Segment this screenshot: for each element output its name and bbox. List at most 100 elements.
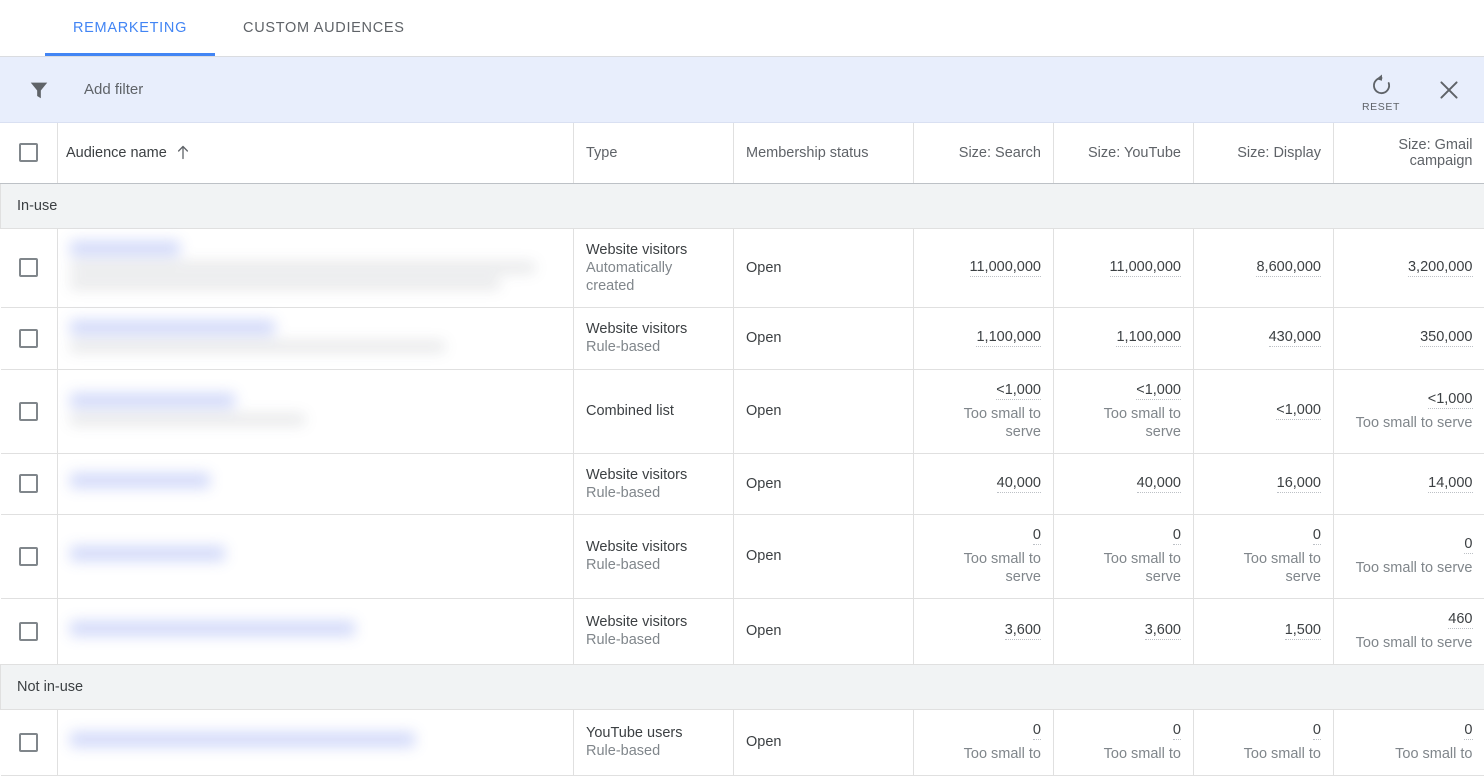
row-select-checkbox[interactable] [19, 547, 38, 566]
type-sublabel: Rule-based [586, 338, 721, 356]
size-value: 0 [1464, 722, 1472, 740]
audience-name-cell[interactable] [58, 598, 574, 664]
type-sublabel: Automatically created [586, 259, 721, 295]
size-value: 11,000,000 [970, 259, 1042, 277]
tab-bar: REMARKETING CUSTOM AUDIENCES [0, 0, 1484, 57]
type-label: Website visitors [586, 241, 721, 259]
table-row[interactable]: Website visitorsRule-basedOpen0Too small… [1, 514, 1484, 598]
type-cell: Website visitorsRule-based [574, 598, 734, 664]
size-youtube-cell: <1,000Too small to serve [1054, 369, 1194, 453]
audiences-table: Audience name Type Membership status Siz… [0, 123, 1484, 776]
add-filter-input[interactable]: Add filter [84, 81, 143, 98]
size-value: 0 [1313, 722, 1321, 740]
table-row[interactable]: Combined listOpen<1,000Too small to serv… [1, 369, 1484, 453]
row-select-cell [1, 709, 58, 775]
size-value: 0 [1173, 722, 1181, 740]
type-cell: Website visitorsRule-based [574, 307, 734, 369]
audience-name-cell[interactable] [58, 228, 574, 307]
type-label: Combined list [586, 402, 721, 420]
audience-name-cell[interactable] [58, 709, 574, 775]
size-display-cell: 0Too small to [1194, 709, 1334, 775]
column-header-membership-status[interactable]: Membership status [734, 123, 914, 183]
column-header-size-youtube[interactable]: Size: YouTube [1054, 123, 1194, 183]
size-value: <1,000 [1276, 402, 1321, 420]
type-sublabel: Rule-based [586, 742, 721, 760]
size-value: 3,200,000 [1408, 259, 1473, 277]
size-sublabel: Too small to serve [926, 550, 1041, 586]
reset-undo-icon [1368, 72, 1394, 98]
table-row[interactable]: Website visitorsRule-basedOpen40,00040,0… [1, 453, 1484, 514]
size-value: 16,000 [1277, 475, 1321, 493]
membership-status-cell: Open [734, 307, 914, 369]
size-youtube-cell: 0Too small to serve [1054, 514, 1194, 598]
type-cell: YouTube usersRule-based [574, 709, 734, 775]
column-header-type[interactable]: Type [574, 123, 734, 183]
size-search-cell: 0Too small to [914, 709, 1054, 775]
table-row[interactable]: YouTube usersRule-basedOpen0Too small to… [1, 709, 1484, 775]
size-value: 430,000 [1269, 329, 1321, 347]
type-sublabel: Rule-based [586, 556, 721, 574]
row-select-checkbox[interactable] [19, 402, 38, 421]
size-value: 0 [1033, 722, 1041, 740]
table-row[interactable]: Website visitorsRule-basedOpen3,6003,600… [1, 598, 1484, 664]
column-header-size-search[interactable]: Size: Search [914, 123, 1054, 183]
tab-custom-audiences[interactable]: CUSTOM AUDIENCES [215, 0, 433, 56]
close-x-icon [1436, 77, 1462, 103]
audience-name-cell[interactable] [58, 453, 574, 514]
size-youtube-cell: 1,100,000 [1054, 307, 1194, 369]
size-value: 8,600,000 [1256, 259, 1321, 277]
size-search-cell: <1,000Too small to serve [914, 369, 1054, 453]
row-select-checkbox[interactable] [19, 474, 38, 493]
size-sublabel: Too small to serve [1346, 559, 1473, 577]
size-youtube-cell: 3,600 [1054, 598, 1194, 664]
tab-custom-audiences-label: CUSTOM AUDIENCES [243, 20, 405, 36]
size-sublabel: Too small to [1346, 745, 1473, 763]
table-row[interactable]: Website visitorsRule-basedOpen1,100,0001… [1, 307, 1484, 369]
size-display-cell: 16,000 [1194, 453, 1334, 514]
size-value: 0 [1033, 527, 1041, 545]
size-gmail-cell: 0 Too small to serve [1334, 514, 1484, 598]
type-label: Website visitors [586, 320, 721, 338]
column-header-audience-name[interactable]: Audience name [58, 123, 574, 183]
row-select-checkbox[interactable] [19, 258, 38, 277]
size-sublabel: Too small to [1066, 745, 1181, 763]
size-sublabel: Too small to serve [1206, 550, 1321, 586]
tab-remarketing[interactable]: REMARKETING [45, 0, 215, 56]
filter-funnel-icon[interactable] [28, 79, 50, 101]
audience-name-cell[interactable] [58, 514, 574, 598]
column-header-size-display[interactable]: Size: Display [1194, 123, 1334, 183]
row-select-cell [1, 453, 58, 514]
size-gmail-cell: 0 Too small to [1334, 709, 1484, 775]
select-all-checkbox[interactable] [19, 143, 38, 162]
size-value: 40,000 [1137, 475, 1181, 493]
column-header-size-gmail-campaign[interactable]: Size: Gmail campaign [1334, 123, 1484, 183]
type-cell: Website visitorsAutomatically created [574, 228, 734, 307]
type-cell: Website visitorsRule-based [574, 514, 734, 598]
row-select-cell [1, 228, 58, 307]
size-search-cell: 1,100,000 [914, 307, 1054, 369]
select-all-header [1, 123, 58, 183]
size-value: 0 [1464, 536, 1472, 554]
audience-name-cell[interactable] [58, 369, 574, 453]
filter-bar-actions: RESET [1352, 57, 1466, 122]
row-select-checkbox[interactable] [19, 622, 38, 641]
section-header-row: In-use [1, 183, 1484, 228]
size-value: 3,600 [1145, 622, 1181, 640]
row-select-checkbox[interactable] [19, 329, 38, 348]
audience-name-redacted [70, 393, 561, 425]
membership-status-cell: Open [734, 228, 914, 307]
audience-name-cell[interactable] [58, 307, 574, 369]
audience-name-redacted [70, 241, 561, 289]
table-row[interactable]: Website visitorsAutomatically createdOpe… [1, 228, 1484, 307]
size-sublabel: Too small to serve [926, 405, 1041, 441]
close-filter-button[interactable] [1432, 73, 1466, 107]
size-sublabel: Too small to serve [1346, 414, 1473, 432]
size-value: 1,100,000 [1116, 329, 1181, 347]
size-search-cell: 11,000,000 [914, 228, 1054, 307]
row-select-checkbox[interactable] [19, 733, 38, 752]
type-label: YouTube users [586, 724, 721, 742]
size-youtube-cell: 11,000,000 [1054, 228, 1194, 307]
row-select-cell [1, 514, 58, 598]
tab-remarketing-label: REMARKETING [73, 20, 187, 36]
reset-button[interactable]: RESET [1352, 66, 1410, 113]
